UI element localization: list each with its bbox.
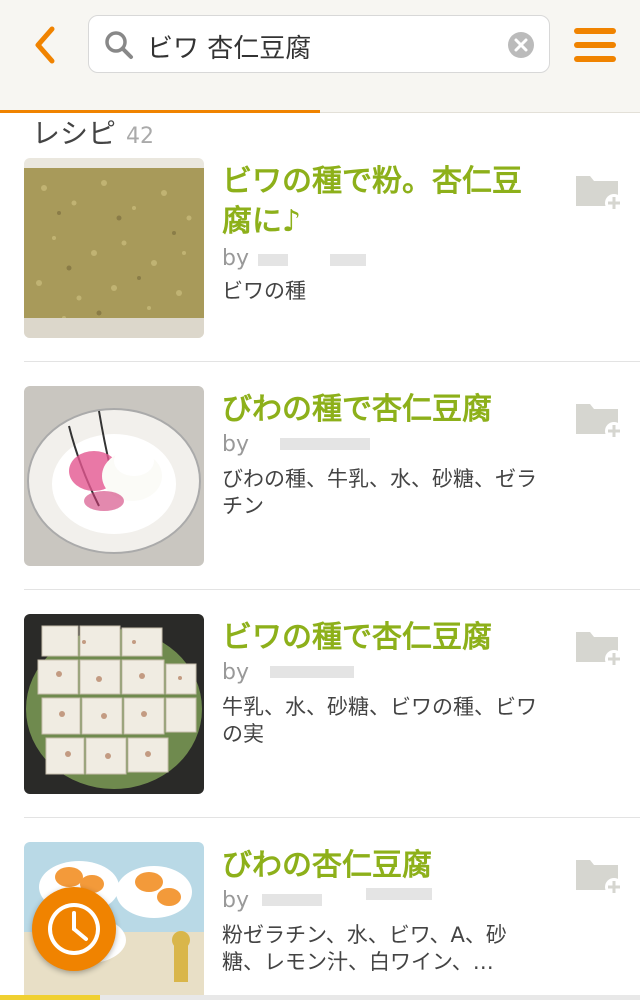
app-header: ビワ 杏仁豆腐 — [0, 0, 640, 112]
recipe-title[interactable]: ビワの種で杏仁豆腐 — [222, 618, 542, 658]
author-redacted — [366, 888, 432, 900]
recipe-ingredients: 牛乳、水、砂糖、ビワの種、ビワの実 — [222, 695, 537, 746]
chevron-left-icon — [35, 26, 55, 64]
search-input[interactable]: ビワ 杏仁豆腐 — [88, 15, 550, 73]
recipe-ingredients: ビワの種 — [222, 279, 306, 303]
recipe-title[interactable]: ビワの種で粉。杏仁豆腐に♪ — [222, 162, 542, 242]
recipe-ingredients: 粉ゼラチン、水、ビワ、A、砂糖、レモン汁、白ワイン、… — [222, 923, 507, 974]
by-label: by — [222, 660, 249, 685]
author-redacted — [258, 254, 288, 266]
add-to-folder-icon[interactable] — [574, 398, 624, 440]
author-redacted — [280, 438, 370, 450]
hamburger-menu-icon[interactable] — [574, 26, 618, 64]
biwa-annin-dofu-image — [24, 386, 204, 566]
clock-icon — [48, 903, 100, 955]
search-icon — [105, 31, 133, 59]
divider — [24, 589, 640, 590]
recipe-item[interactable]: ビワの種で杏仁豆腐 by 牛乳、水、砂糖、ビワの種、ビワの実 — [0, 614, 640, 842]
result-count: 42 — [126, 124, 155, 149]
author-redacted — [330, 254, 366, 266]
search-query-text: ビワ 杏仁豆腐 — [147, 34, 312, 64]
back-button[interactable] — [22, 22, 68, 68]
recipe-author: by — [222, 888, 249, 913]
biwa-annin-dofu-cubes-image — [24, 614, 204, 794]
recipe-item[interactable]: びわの種で杏仁豆腐 by びわの種、牛乳、水、砂糖、ゼラチン — [0, 386, 640, 614]
recipe-thumbnail[interactable] — [24, 158, 204, 338]
by-label: by — [222, 888, 249, 913]
add-to-folder-icon[interactable] — [574, 854, 624, 896]
author-redacted — [262, 894, 322, 906]
bottom-indicator — [0, 995, 100, 1000]
section-title: レシピ 42 — [32, 112, 154, 152]
section-label: レシピ — [32, 117, 117, 150]
recipe-title[interactable]: びわの杏仁豆腐 — [222, 846, 542, 886]
by-label: by — [222, 432, 249, 457]
add-to-folder-icon[interactable] — [574, 626, 624, 668]
recipe-author: by — [222, 660, 249, 685]
recipe-author: by — [222, 246, 249, 271]
bottom-tab-bar — [0, 995, 640, 1000]
recipe-author: by — [222, 432, 249, 457]
clear-icon[interactable] — [507, 31, 535, 59]
divider — [24, 817, 640, 818]
history-button[interactable] — [32, 887, 116, 971]
biwa-seed-powder-image — [24, 158, 204, 338]
divider — [24, 361, 640, 362]
recipe-ingredients: びわの種、牛乳、水、砂糖、ゼラチン — [222, 467, 537, 518]
recipe-item[interactable]: ビワの種で粉。杏仁豆腐に♪ by ビワの種 — [0, 158, 640, 386]
author-redacted — [270, 666, 354, 678]
recipe-title[interactable]: びわの種で杏仁豆腐 — [222, 390, 542, 430]
by-label: by — [222, 246, 249, 271]
recipe-thumbnail[interactable] — [24, 386, 204, 566]
recipe-thumbnail[interactable] — [24, 614, 204, 794]
add-to-folder-icon[interactable] — [574, 170, 624, 212]
